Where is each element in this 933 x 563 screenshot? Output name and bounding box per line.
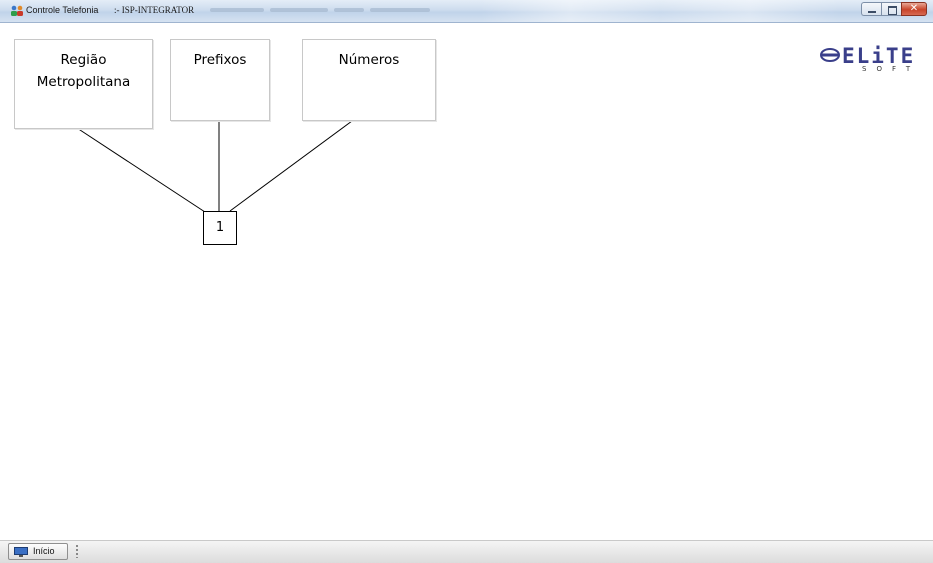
connector-numeros bbox=[229, 120, 353, 212]
hub-node[interactable]: 1 bbox=[203, 211, 237, 245]
monitor-icon bbox=[14, 547, 28, 557]
bottom-taskbar: Início bbox=[0, 540, 933, 563]
elite-soft-logo: ELiTE SOFT bbox=[820, 44, 933, 74]
card-prefixos[interactable]: Prefixos bbox=[170, 39, 270, 121]
card-numeros[interactable]: Números bbox=[302, 39, 436, 121]
taskbar-grip[interactable] bbox=[76, 545, 78, 558]
start-button[interactable]: Início bbox=[8, 543, 68, 560]
logo-subtext: SOFT bbox=[862, 65, 921, 73]
card-label: Prefixos bbox=[193, 52, 247, 68]
card-label: Números bbox=[338, 52, 400, 68]
card-label: Região bbox=[60, 52, 107, 68]
card-label: Metropolitana bbox=[36, 74, 131, 90]
connector-regiao bbox=[76, 127, 206, 213]
logo-emblem-icon bbox=[820, 48, 840, 62]
start-label: Início bbox=[33, 546, 55, 556]
card-regiao-metropolitana[interactable]: Região Metropolitana bbox=[14, 39, 153, 129]
